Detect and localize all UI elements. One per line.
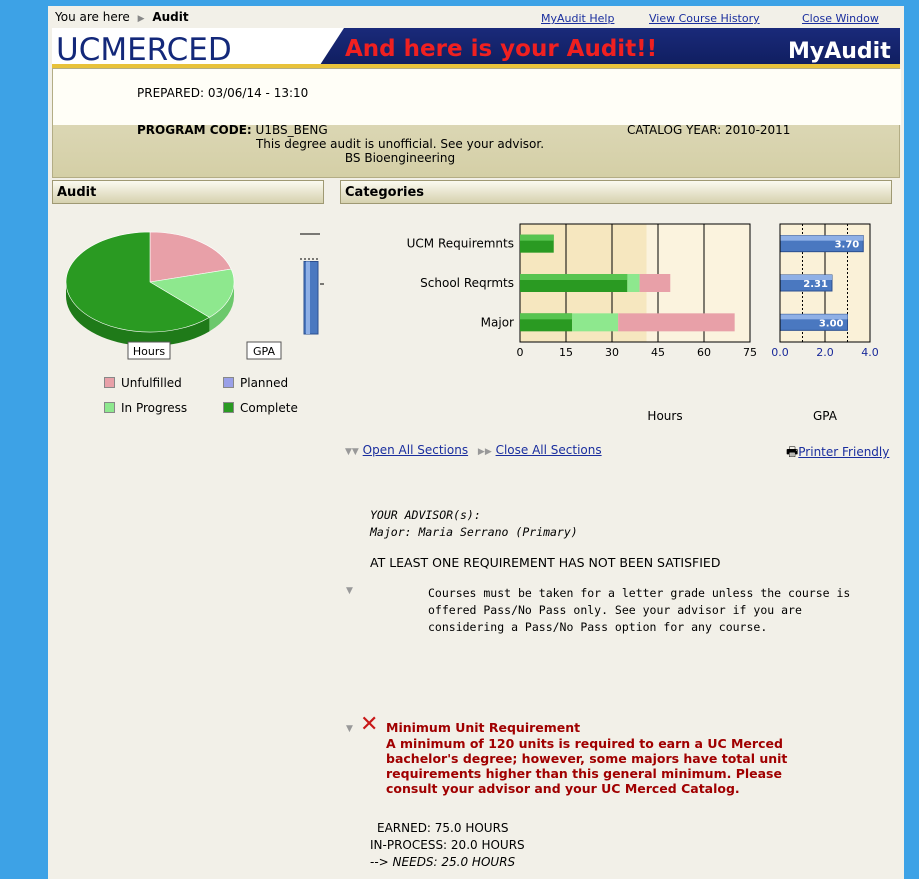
- breadcrumb-current: Audit: [152, 10, 189, 24]
- breadcrumb: You are here ▶ Audit: [55, 10, 189, 24]
- gpa-tick-label: 0.0: [771, 346, 789, 359]
- hours-tick-label: 30: [605, 346, 619, 359]
- open-all-icon: ▼▼: [345, 447, 359, 457]
- needs-hours: --> NEEDS: 25.0 HOURS: [370, 855, 516, 869]
- hours-tick-label: 60: [697, 346, 711, 359]
- unofficial-notice: This degree audit is unofficial. See you…: [255, 137, 545, 151]
- legend-planned: Planned: [223, 376, 288, 390]
- hours-category-label: School Reqrmts: [420, 276, 514, 290]
- close-window-link[interactable]: Close Window: [802, 12, 879, 25]
- gpa-bar-chart: 0.0 2.0 4.0 3.70 2.31 3.00 GPA: [771, 223, 879, 422]
- gpa-value-label: 3.00: [819, 318, 844, 329]
- requirement-description: A minimum of 120 units is required to ea…: [386, 736, 788, 796]
- banner-headline: And here is your Audit!!: [345, 36, 657, 62]
- hours-bar-in-progress: [572, 313, 619, 332]
- hours-tick-label: 15: [559, 346, 573, 359]
- gpa-value-label: 2.31: [803, 279, 828, 290]
- requirement-title[interactable]: Minimum Unit Requirement: [386, 720, 580, 735]
- gpa-value-label: 3.70: [835, 240, 860, 251]
- req-collapse-icon[interactable]: ▼: [346, 724, 353, 734]
- myaudit-help-link[interactable]: MyAudit Help: [541, 12, 614, 25]
- gpa-label: GPA: [253, 345, 275, 358]
- breadcrumb-arrow-icon: ▶: [137, 14, 145, 24]
- advisor-heading: YOUR ADVISOR(s):: [370, 508, 481, 522]
- hours-category-label: UCM Requiremnts: [407, 237, 514, 251]
- printer-icon: 🖶: [786, 445, 799, 460]
- audit-graphic: 4.02.00.0 Hours GPA: [65, 231, 324, 360]
- hours-tick-label: 0: [517, 346, 524, 359]
- hours-bar-unfulfilled: [639, 274, 671, 292]
- catalog-year: CATALOG YEAR: 2010-2011: [627, 123, 791, 137]
- unsatisfied-status: AT LEAST ONE REQUIREMENT HAS NOT BEEN SA…: [370, 555, 721, 570]
- earned-hours: EARNED: 75.0 HOURS: [377, 821, 509, 835]
- hours-bar-chart: 0 15 30 45 60 75 UCM Requiremnts School Reqrmts…: [407, 223, 757, 422]
- printer-friendly-link[interactable]: Printer Friendly: [798, 445, 889, 459]
- hours-label: Hours: [133, 345, 165, 358]
- not-satisfied-x-icon: ✕: [360, 712, 379, 737]
- top-nav: You are here ▶ Audit MyAudit Help View C…: [48, 6, 904, 28]
- audit-header: PREPARED: 03/06/14 - 13:10 PROGRAM CODE:…: [52, 68, 901, 178]
- hours-pie-chart: [65, 231, 235, 346]
- gpa-axis-label: GPA: [813, 409, 838, 422]
- hours-tick-label: 75: [743, 346, 757, 359]
- hours-bar-highlight: [520, 313, 573, 320]
- prepared-date: PREPARED: 03/06/14 - 13:10: [137, 86, 309, 100]
- pass-no-pass-note: Courses must be taken for a letter grade…: [428, 586, 851, 634]
- close-all-sections-link[interactable]: Close All Sections: [496, 443, 602, 457]
- hours-tick-label: 45: [651, 346, 665, 359]
- degree-name: BS Bioengineering: [344, 151, 456, 165]
- open-all-sections-link[interactable]: Open All Sections: [363, 443, 468, 457]
- view-course-history-link[interactable]: View Course History: [649, 12, 760, 25]
- hours-bar-unfulfilled: [618, 313, 735, 332]
- in-process-hours: IN-PROCESS: 20.0 HOURS: [370, 838, 525, 852]
- legend-swatch: [223, 402, 234, 413]
- advisor-line: Major: Maria Serrano (Primary): [370, 525, 578, 539]
- banner: UCMERCED And here is your Audit!! MyAudi…: [52, 28, 900, 68]
- hours-bar-highlight: [520, 274, 628, 280]
- breadcrumb-prefix: You are here: [55, 10, 130, 24]
- myaudit-brand: MyAudit: [788, 39, 891, 64]
- hours-category-label: Major: [481, 315, 514, 329]
- gpa-bar-highlight: [306, 261, 310, 334]
- hours-bar-in-progress: [627, 274, 640, 292]
- note-collapse-icon[interactable]: ▼: [346, 586, 353, 596]
- hours-bar-highlight: [520, 234, 554, 241]
- categories-charts: 0 15 30 45 60 75 UCM Requiremnts School Reqrmts…: [407, 223, 879, 422]
- gpa-tick-label: 2.0: [816, 346, 834, 359]
- legend-unfulfilled: Unfulfilled: [104, 376, 182, 390]
- hours-axis-label: Hours: [647, 409, 682, 422]
- legend-swatch: [104, 402, 115, 413]
- section-controls: ▼▼ Open All Sections ▶▶ Close All Sectio…: [345, 443, 602, 457]
- gpa-gauge: 4.02.00.0: [300, 233, 324, 335]
- ucmerced-logo: UCMERCED: [56, 32, 232, 68]
- program-code: PROGRAM CODE: U1BS_BENG: [137, 123, 328, 137]
- legend-swatch: [104, 377, 115, 388]
- close-all-icon: ▶▶: [477, 447, 492, 457]
- gpa-tick-label: 4.0: [861, 346, 879, 359]
- printer-friendly[interactable]: 🖶Printer Friendly: [786, 443, 889, 465]
- audit-page: You are here ▶ Audit MyAudit Help View C…: [48, 6, 904, 879]
- legend-swatch: [223, 377, 234, 388]
- legend-in-progress: In Progress: [104, 401, 187, 415]
- categories-section-header: Categories: [340, 180, 892, 204]
- legend-complete: Complete: [223, 401, 298, 415]
- audit-section-header: Audit: [52, 180, 324, 204]
